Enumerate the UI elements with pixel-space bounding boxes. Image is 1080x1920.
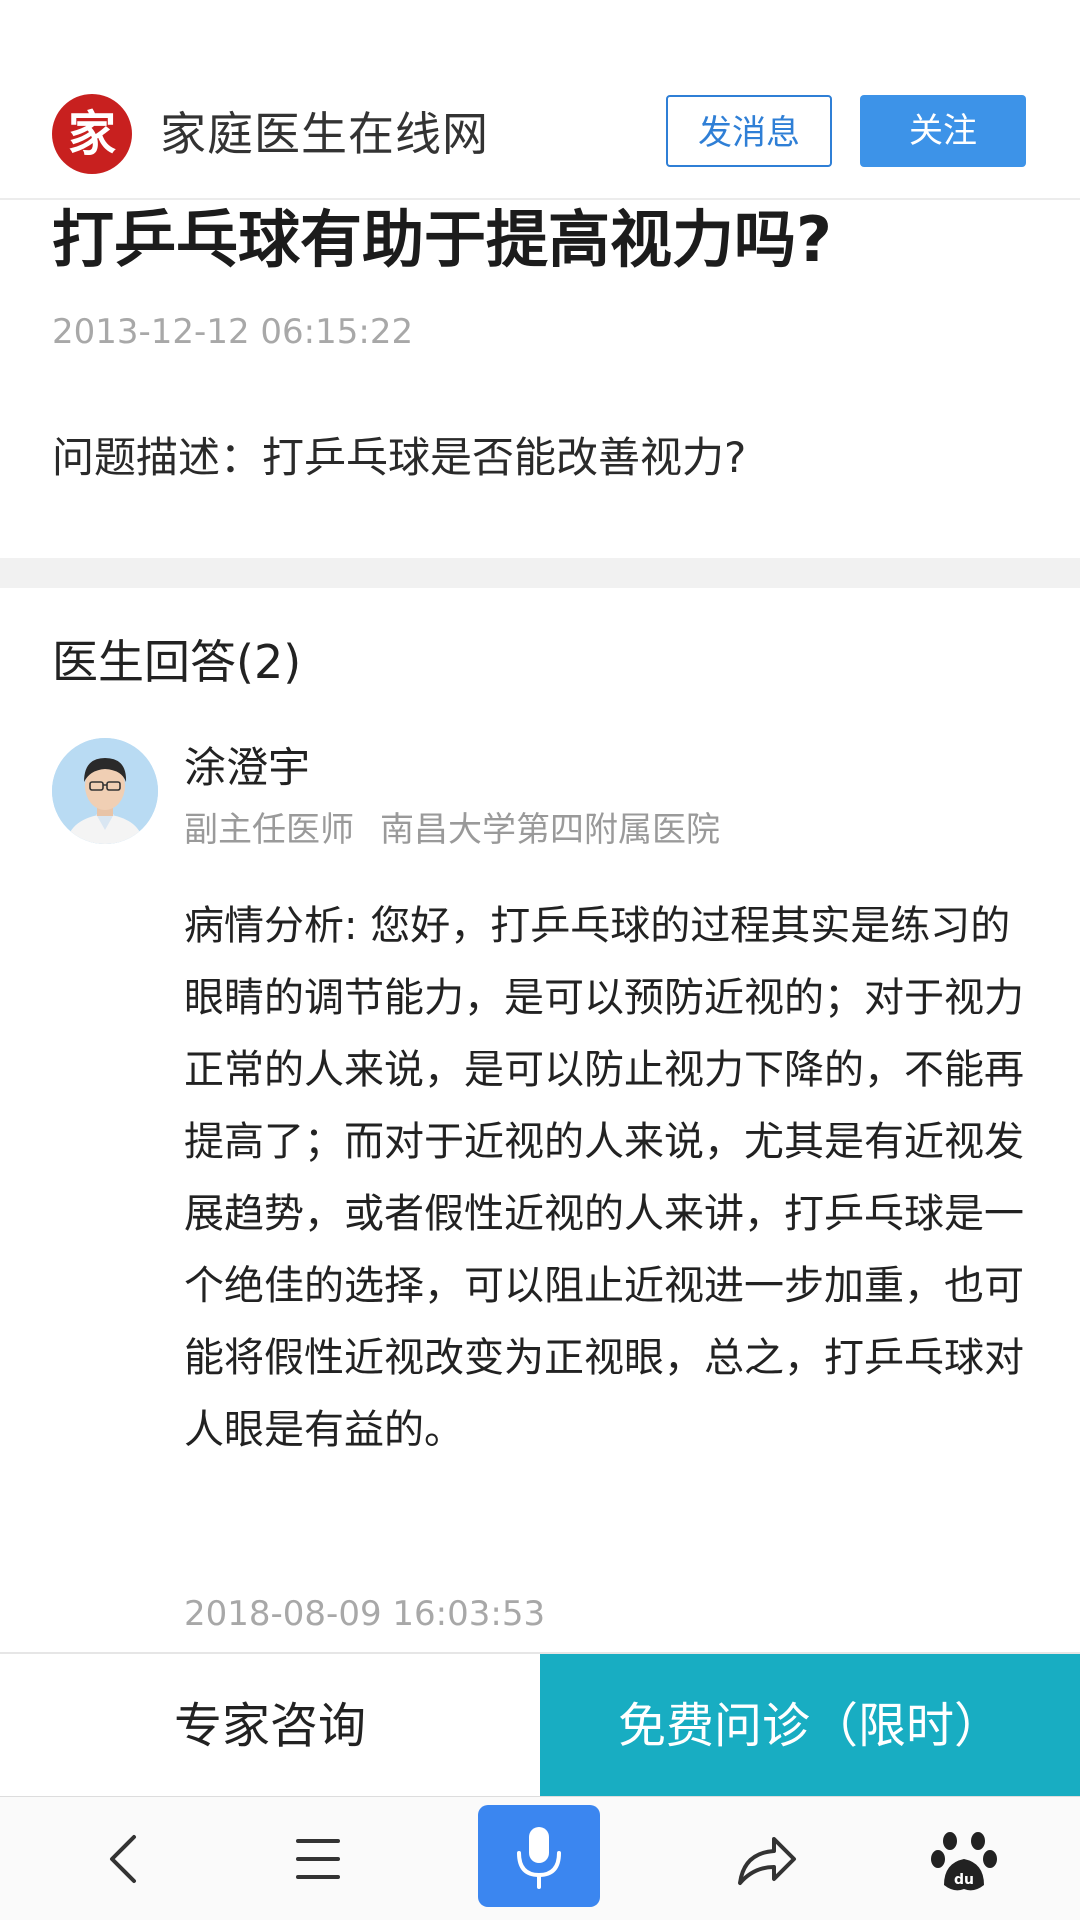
baidu-home-button[interactable]: du (904, 1813, 1024, 1905)
menu-button[interactable] (258, 1813, 378, 1905)
expert-consult-button[interactable]: 专家咨询 (0, 1654, 540, 1798)
send-message-button[interactable]: 发消息 (666, 95, 832, 167)
share-button[interactable] (700, 1813, 820, 1905)
doctor-name[interactable]: 涂澄宇 (184, 740, 310, 796)
doctor-credentials: 副主任医师 南昌大学第四附属医院 (184, 806, 720, 854)
svg-text:du: du (954, 1872, 974, 1888)
site-name[interactable]: 家庭医生在线网 (160, 102, 489, 166)
site-header: 家 家庭医生在线网 发消息 关注 (0, 0, 1080, 200)
doctor-title: 副主任医师 (184, 810, 354, 850)
voice-search-button[interactable] (478, 1805, 600, 1907)
back-icon (110, 1835, 136, 1883)
answer-text: 病情分析: 您好，打乒乓球的过程其实是练习的眼睛的调节能力，是可以预防近视的；对… (184, 903, 1024, 1453)
question-description: 问题描述：打乒乓球是否能改善视力? (52, 433, 747, 482)
question-title: 打乒乓球有助于提高视力吗? (52, 203, 832, 276)
follow-button[interactable]: 关注 (860, 95, 1026, 167)
back-button[interactable] (62, 1813, 182, 1905)
consult-action-bar: 专家咨询 免费问诊（限时） (0, 1652, 1080, 1798)
microphone-icon (517, 1827, 561, 1889)
share-icon (738, 1837, 796, 1885)
menu-icon (296, 1839, 340, 1879)
baidu-paw-icon: du (931, 1832, 997, 1891)
page: 家 家庭医生在线网 发消息 关注 打乒乓球有助于提高视力吗? 2013-12-1… (0, 0, 1080, 1920)
doctor-photo-icon (52, 738, 158, 844)
doctor-hospital: 南昌大学第四附属医院 (380, 810, 720, 850)
answer-timestamp: 2018-08-09 16:03:53 (184, 1594, 546, 1634)
section-divider (0, 558, 1080, 588)
site-logo[interactable]: 家 (52, 94, 132, 174)
free-consult-button[interactable]: 免费问诊（限时） (540, 1654, 1080, 1798)
doctor-avatar[interactable] (52, 738, 158, 844)
browser-toolbar: du (0, 1796, 1080, 1920)
question-timestamp: 2013-12-12 06:15:22 (52, 312, 414, 352)
answers-heading: 医生回答(2) (52, 635, 302, 689)
